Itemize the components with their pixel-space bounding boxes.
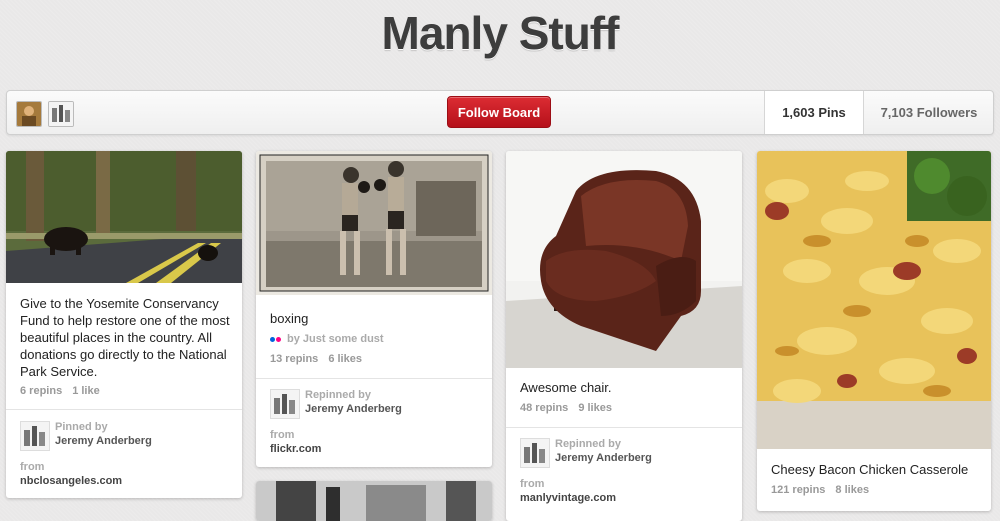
pin-image[interactable] bbox=[256, 481, 492, 521]
repin-count: 6 repins bbox=[20, 385, 63, 397]
pin-stats: 13 repins 6 likes bbox=[270, 353, 372, 365]
pin-stats: 48 repins 9 likes bbox=[520, 402, 622, 414]
like-count: 9 likes bbox=[578, 402, 612, 414]
like-count: 6 likes bbox=[328, 353, 362, 365]
flickr-icon bbox=[270, 333, 287, 345]
divider bbox=[6, 409, 242, 410]
followers-count-tab[interactable]: 7,103 Followers bbox=[863, 91, 994, 134]
pin-card[interactable]: Give to the Yosemite Conservancy Fund to… bbox=[6, 151, 242, 498]
pinner-name[interactable]: Jeremy Anderberg bbox=[555, 452, 652, 464]
credit-label: Repinned by bbox=[555, 438, 622, 450]
from-label: from bbox=[270, 429, 295, 441]
source-link[interactable]: manlyvintage.com bbox=[520, 492, 616, 504]
pin-via: by Just some dust bbox=[270, 333, 384, 345]
divider bbox=[256, 378, 492, 379]
source-link[interactable]: nbclosangeles.com bbox=[20, 475, 122, 487]
credit-label: Repinned by bbox=[305, 389, 372, 401]
board-header-bar: Follow Board 1,603 Pins 7,103 Followers bbox=[6, 90, 994, 135]
repin-count: 48 repins bbox=[520, 402, 569, 414]
from-label: from bbox=[520, 478, 545, 490]
pinner-avatar[interactable] bbox=[20, 421, 50, 451]
pin-card[interactable] bbox=[256, 481, 492, 521]
board-title: Manly Stuff bbox=[381, 7, 620, 59]
source-link[interactable]: flickr.com bbox=[270, 443, 321, 455]
pin-card[interactable]: boxing by Just some dust 13 repins 6 like… bbox=[256, 151, 492, 467]
credit-label: Pinned by bbox=[55, 421, 108, 433]
pinner-name[interactable]: Jeremy Anderberg bbox=[55, 435, 152, 447]
pin-stats: 6 repins 1 like bbox=[20, 385, 110, 397]
like-count: 1 like bbox=[72, 385, 100, 397]
pin-image[interactable] bbox=[6, 151, 242, 283]
pin-description: Awesome chair. bbox=[520, 380, 612, 395]
like-count: 8 likes bbox=[835, 484, 870, 496]
collaborator-avatar[interactable] bbox=[48, 101, 74, 127]
pin-image[interactable] bbox=[506, 151, 742, 368]
pin-stats: 121 repins 8 likes bbox=[771, 484, 879, 496]
pins-count-tab[interactable]: 1,603 Pins bbox=[764, 91, 863, 134]
via-text: by Just some dust bbox=[287, 333, 384, 345]
pin-description: Give to the Yosemite Conservancy Fund to… bbox=[20, 296, 230, 379]
pin-description: Cheesy Bacon Chicken Casserole bbox=[771, 462, 969, 477]
from-label: from bbox=[20, 461, 45, 473]
pinner-name[interactable]: Jeremy Anderberg bbox=[305, 403, 402, 415]
pin-description: boxing bbox=[270, 311, 309, 326]
pin-card[interactable]: Cheesy Bacon Chicken Casserole 121 repin… bbox=[757, 151, 991, 511]
follow-board-button[interactable]: Follow Board bbox=[447, 96, 551, 128]
pinner-avatar[interactable] bbox=[270, 389, 300, 419]
pin-image[interactable] bbox=[256, 151, 492, 295]
pin-card[interactable]: Awesome chair. 48 repins 9 likes Repinned… bbox=[506, 151, 742, 521]
owner-avatar[interactable] bbox=[16, 101, 42, 127]
repin-count: 13 repins bbox=[270, 353, 319, 365]
pin-image[interactable] bbox=[757, 151, 991, 449]
divider bbox=[506, 427, 742, 428]
pinner-avatar[interactable] bbox=[520, 438, 550, 468]
repin-count: 121 repins bbox=[771, 484, 826, 496]
